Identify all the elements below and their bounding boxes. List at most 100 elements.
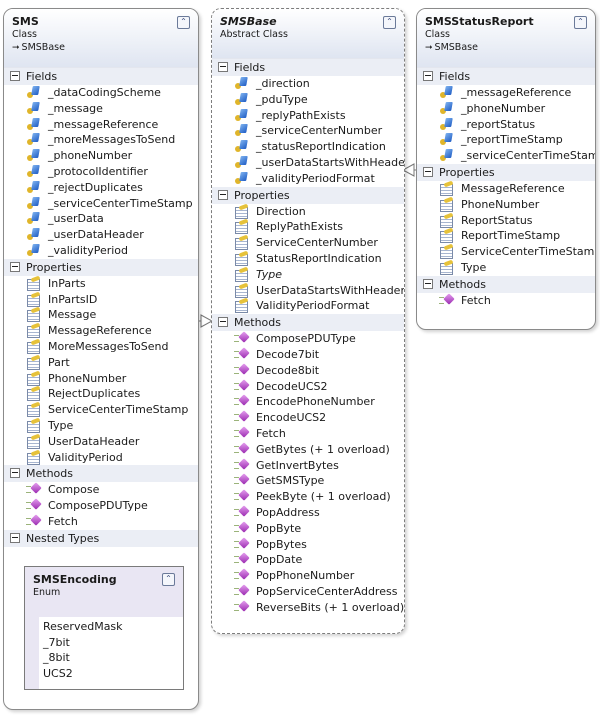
section-fields[interactable]: Fields	[4, 68, 198, 85]
field-item[interactable]: _replyPathExists	[212, 108, 404, 124]
field-item[interactable]: _dataCodingScheme	[4, 85, 198, 101]
field-item[interactable]: _reportStatus	[417, 117, 595, 133]
property-item[interactable]: PhoneNumber	[417, 197, 595, 213]
method-item[interactable]: ReverseBits (+ 1 overload)	[212, 600, 404, 616]
property-item[interactable]: UserDataStartsWithHeader	[212, 283, 404, 299]
enum-member[interactable]: ReservedMask	[39, 619, 183, 635]
method-item[interactable]: GetSMSType	[212, 473, 404, 489]
method-item[interactable]: ComposePDUType	[4, 498, 198, 514]
section-fields[interactable]: Fields	[417, 68, 595, 85]
method-item[interactable]: DecodeUCS2	[212, 379, 404, 395]
method-item[interactable]: Fetch	[4, 514, 198, 530]
minus-toggle-icon[interactable]	[423, 278, 433, 289]
minus-toggle-icon[interactable]	[423, 71, 433, 81]
section-properties[interactable]: Properties	[417, 163, 595, 181]
property-item[interactable]: Direction	[212, 204, 404, 220]
method-item[interactable]: Compose	[4, 482, 198, 498]
property-item[interactable]: MessageReference	[417, 181, 595, 197]
method-item[interactable]: PopDate	[212, 552, 404, 568]
property-item[interactable]: Type	[417, 260, 595, 276]
property-item[interactable]: InParts	[4, 276, 198, 292]
property-item[interactable]: ServiceCenterTimeStamp	[4, 402, 198, 418]
method-item[interactable]: Fetch	[417, 293, 595, 309]
field-item[interactable]: _userDataStartsWithHeader	[212, 155, 404, 171]
property-item[interactable]: ReportTimeStamp	[417, 228, 595, 244]
section-properties[interactable]: Properties	[212, 186, 404, 204]
collapse-chevron-icon[interactable]: ⌃	[574, 16, 587, 29]
method-item[interactable]: GetInvertBytes	[212, 458, 404, 474]
field-item[interactable]: _validityPeriod	[4, 243, 198, 259]
property-item[interactable]: MoreMessagesToSend	[4, 339, 198, 355]
method-item[interactable]: PopPhoneNumber	[212, 568, 404, 584]
enum-smsencoding[interactable]: SMSEncoding Enum ⌃ ReservedMask _7bit _8bi…	[24, 566, 184, 690]
property-item[interactable]: UserDataHeader	[4, 434, 198, 450]
collapse-chevron-icon[interactable]: ⌃	[162, 573, 175, 586]
property-item[interactable]: InPartsID	[4, 292, 198, 308]
property-item[interactable]: Message	[4, 307, 198, 323]
field-item[interactable]: _direction	[212, 76, 404, 92]
method-item[interactable]: ComposePDUType	[212, 331, 404, 347]
section-fields[interactable]: Fields	[212, 59, 404, 76]
property-item[interactable]: Type	[212, 267, 404, 283]
field-item[interactable]: _serviceCenterTimeStamp	[417, 148, 595, 164]
enum-member[interactable]: _7bit	[39, 635, 183, 651]
method-item[interactable]: PopBytes	[212, 537, 404, 553]
section-methods[interactable]: Methods	[212, 314, 404, 332]
property-item[interactable]: RejectDuplicates	[4, 386, 198, 402]
field-item[interactable]: _userData	[4, 211, 198, 227]
field-item[interactable]: _phoneNumber	[4, 148, 198, 164]
section-methods[interactable]: Methods	[417, 275, 595, 293]
field-item[interactable]: _rejectDuplicates	[4, 180, 198, 196]
minus-toggle-icon[interactable]	[218, 317, 228, 328]
minus-toggle-icon[interactable]	[218, 189, 228, 200]
field-item[interactable]: _protocolIdentifier	[4, 164, 198, 180]
field-item[interactable]: _serviceCenterTimeStamp	[4, 196, 198, 212]
property-item[interactable]: PhoneNumber	[4, 371, 198, 387]
field-item[interactable]: _statusReportIndication	[212, 139, 404, 155]
property-item[interactable]: ValidityPeriodFormat	[212, 298, 404, 314]
class-smsbase[interactable]: SMSBase Abstract Class ⌃ Fields _directi…	[211, 8, 405, 634]
enum-member[interactable]: _8bit	[39, 650, 183, 666]
minus-toggle-icon[interactable]	[10, 468, 20, 479]
collapse-chevron-icon[interactable]: ⌃	[177, 16, 190, 29]
minus-toggle-icon[interactable]	[10, 532, 20, 543]
field-item[interactable]: _userDataHeader	[4, 227, 198, 243]
field-item[interactable]: _message	[4, 101, 198, 117]
property-item[interactable]: ServiceCenterTimeStamp	[417, 244, 595, 260]
section-properties[interactable]: Properties	[4, 258, 198, 276]
minus-toggle-icon[interactable]	[218, 62, 228, 72]
method-item[interactable]: PeekByte (+ 1 overload)	[212, 489, 404, 505]
enum-member[interactable]: UCS2	[39, 666, 183, 682]
method-item[interactable]: PopByte	[212, 521, 404, 537]
method-item[interactable]: EncodePhoneNumber	[212, 394, 404, 410]
field-item[interactable]: _reportTimeStamp	[417, 132, 595, 148]
minus-toggle-icon[interactable]	[10, 261, 20, 272]
section-nested-types[interactable]: Nested Types	[4, 529, 198, 547]
method-item[interactable]: GetBytes (+ 1 overload)	[212, 442, 404, 458]
section-methods[interactable]: Methods	[4, 465, 198, 483]
minus-toggle-icon[interactable]	[10, 71, 20, 81]
class-smsstatusreport[interactable]: SMSStatusReport Class ➞ SMSBase ⌃ Fields …	[416, 8, 596, 330]
minus-toggle-icon[interactable]	[423, 166, 433, 177]
collapse-chevron-icon[interactable]: ⌃	[383, 16, 396, 29]
method-item[interactable]: PopServiceCenterAddress	[212, 584, 404, 600]
property-item[interactable]: ValidityPeriod	[4, 450, 198, 466]
property-item[interactable]: StatusReportIndication	[212, 251, 404, 267]
property-item[interactable]: MessageReference	[4, 323, 198, 339]
property-item[interactable]: Type	[4, 418, 198, 434]
method-item[interactable]: Fetch	[212, 426, 404, 442]
field-item[interactable]: _pduType	[212, 92, 404, 108]
method-item[interactable]: Decode8bit	[212, 363, 404, 379]
property-item[interactable]: ReplyPathExists	[212, 219, 404, 235]
property-item[interactable]: ReportStatus	[417, 213, 595, 229]
field-item[interactable]: _serviceCenterNumber	[212, 123, 404, 139]
field-item[interactable]: _phoneNumber	[417, 101, 595, 117]
field-item[interactable]: _messageReference	[4, 117, 198, 133]
field-item[interactable]: _messageReference	[417, 85, 595, 101]
field-item[interactable]: _validityPeriodFormat	[212, 171, 404, 187]
method-item[interactable]: PopAddress	[212, 505, 404, 521]
property-item[interactable]: ServiceCenterNumber	[212, 235, 404, 251]
method-item[interactable]: Decode7bit	[212, 347, 404, 363]
method-item[interactable]: EncodeUCS2	[212, 410, 404, 426]
property-item[interactable]: Part	[4, 355, 198, 371]
